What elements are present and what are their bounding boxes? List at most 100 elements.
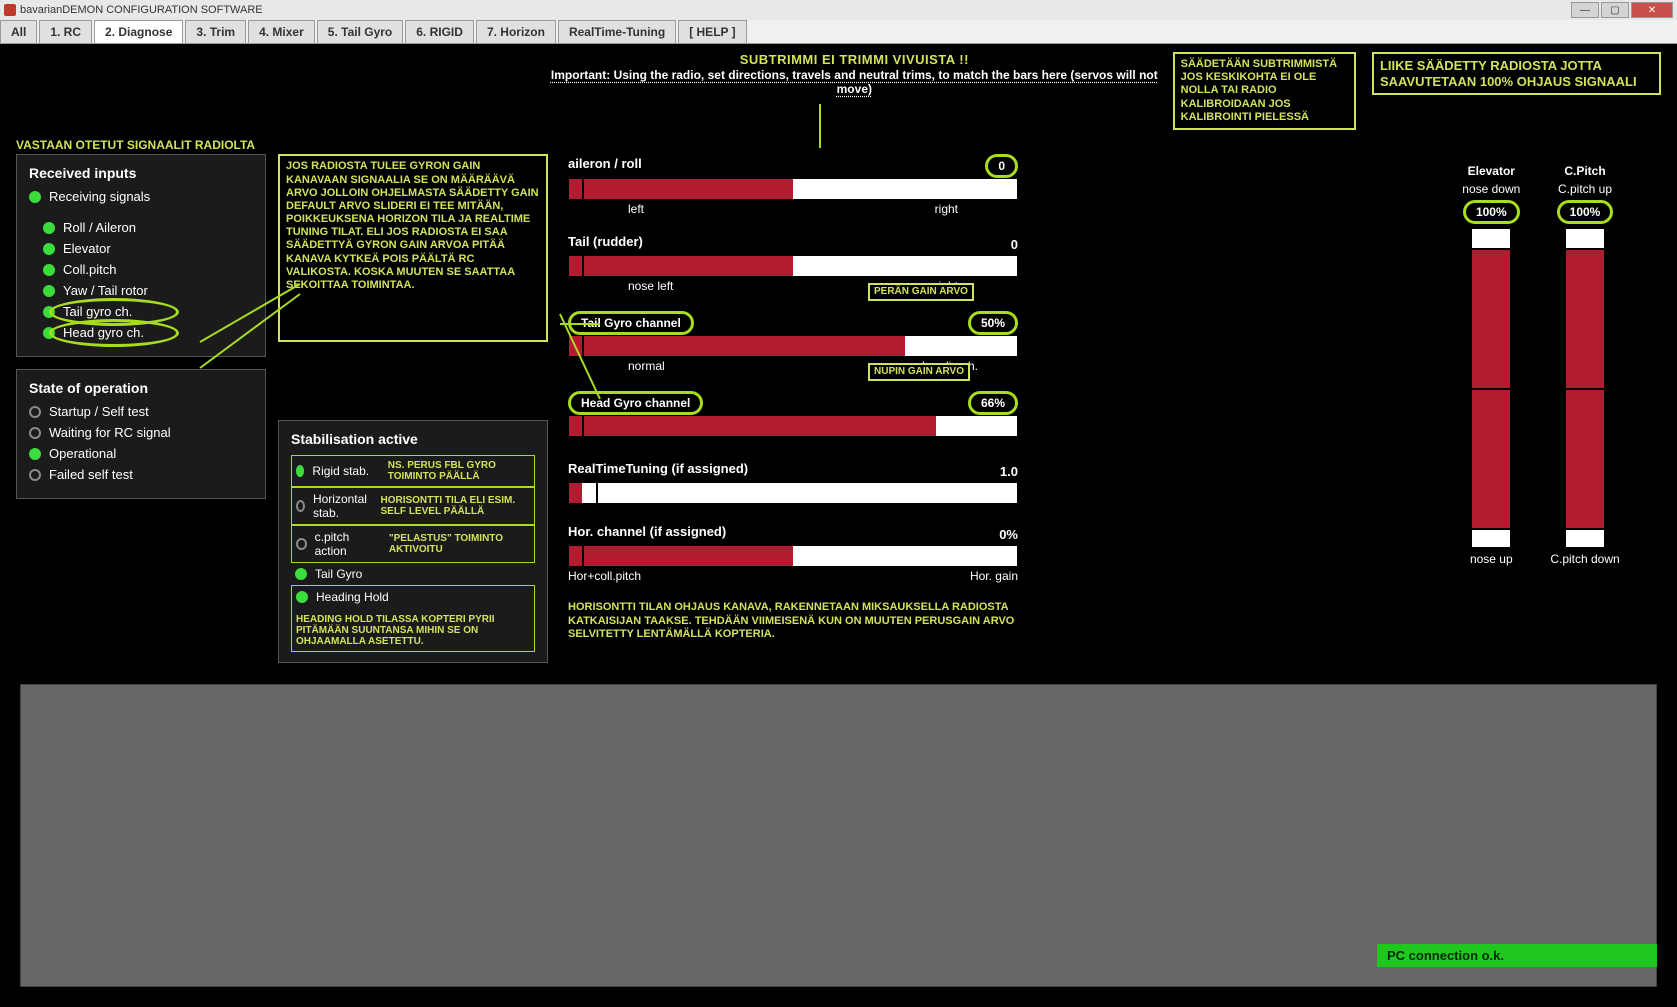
aileron-right: right — [935, 202, 958, 216]
cpitch-action-note: "PELASTUS" TOIMINTO AKTIVOITU — [389, 533, 530, 555]
tab-rc[interactable]: 1. RC — [39, 20, 92, 43]
received-inputs-panel: Received inputs Receiving signals Roll /… — [16, 154, 266, 357]
yaw-label: Yaw / Tail rotor — [63, 283, 148, 298]
window-title: bavarianDEMON CONFIGURATION SOFTWARE — [20, 4, 263, 16]
subtrim-note-box: SÄÄDETÄÄN SUBTRIMMISTÄ JOS KESKIKOHTA EI… — [1173, 52, 1356, 130]
app-icon — [4, 4, 16, 16]
headgyro-value: 66% — [968, 391, 1018, 415]
tab-horizon[interactable]: 7. Horizon — [476, 20, 556, 43]
state-panel: State of operation Startup / Self test W… — [16, 369, 266, 499]
tail-right: nose right — [905, 279, 958, 293]
led-rigid — [296, 465, 304, 477]
cpitch-pct: 100% — [1557, 200, 1614, 224]
aileron-bar — [568, 178, 1018, 200]
horizontal-label: Horizontal stab. — [313, 492, 373, 520]
led-headinghold — [296, 591, 308, 603]
cpitch-vbar-title: C.Pitch — [1564, 164, 1605, 178]
tab-realtime[interactable]: RealTime-Tuning — [558, 20, 676, 43]
elevator-pct: 100% — [1463, 200, 1520, 224]
gyro-note-box: JOS RADIOSTA TULEE GYRON GAIN KANAVAAN S… — [278, 154, 548, 342]
minimize-button[interactable]: — — [1571, 2, 1599, 18]
tailgyro-bar — [568, 335, 1018, 357]
aileron-left: left — [628, 202, 644, 216]
rtt-value: 1.0 — [1000, 464, 1018, 479]
roll-label: Roll / Aileron — [63, 220, 136, 235]
close-button[interactable]: ✕ — [1631, 2, 1673, 18]
state-title: State of operation — [29, 380, 253, 396]
tail-title: Tail (rudder) — [568, 234, 643, 249]
aileron-value: 0 — [985, 154, 1018, 178]
received-title: Received inputs — [29, 165, 253, 181]
headgyro-title: Head Gyro channel — [568, 391, 703, 415]
elevator-vbar — [1471, 228, 1511, 548]
tail-left: nose left — [628, 279, 673, 293]
led-tailgyro-ch — [43, 306, 55, 318]
tab-help[interactable]: [ HELP ] — [678, 20, 746, 43]
failed-label: Failed self test — [49, 467, 133, 482]
led-waiting — [29, 427, 41, 439]
elevator-bottom-label: nose up — [1470, 552, 1513, 566]
aileron-title: aileron / roll — [568, 156, 642, 171]
led-startup — [29, 406, 41, 418]
led-receiving — [29, 191, 41, 203]
tailgyro-title: Tail Gyro channel — [568, 311, 694, 335]
led-elevator — [43, 243, 55, 255]
subtrim-warning: SUBTRIMMI EI TRIMMI VIVUISTA !! — [544, 52, 1165, 68]
bottom-gray-panel — [20, 684, 1657, 987]
headinghold-label: Heading Hold — [316, 590, 389, 604]
tail-bar — [568, 255, 1018, 277]
maximize-button[interactable]: ▢ — [1601, 2, 1629, 18]
led-horizontal — [296, 500, 305, 512]
tabbar: All 1. RC 2. Diagnose 3. Trim 4. Mixer 5… — [0, 20, 1677, 44]
tailgyro-left: normal — [628, 359, 665, 373]
collpitch-label: Coll.pitch — [63, 262, 116, 277]
led-tailgyro-stab — [295, 568, 307, 580]
channels-column: aileron / roll 0 left right Tail (rudder)… — [560, 154, 1409, 663]
cpitch-top-label: C.pitch up — [1558, 182, 1612, 196]
startup-label: Startup / Self test — [49, 404, 149, 419]
tab-mixer[interactable]: 4. Mixer — [248, 20, 315, 43]
important-text: Important: Using the radio, set directio… — [544, 68, 1165, 96]
content-area: SUBTRIMMI EI TRIMMI VIVUISTA !! Importan… — [0, 44, 1677, 1007]
rtt-title: RealTimeTuning (if assigned) — [568, 461, 748, 476]
tab-rigid[interactable]: 6. RIGID — [405, 20, 474, 43]
hor-value: 0% — [999, 527, 1018, 542]
horizontal-note: HORISONTTI TILA ELI ESIM. SELF LEVEL PÄÄ… — [380, 495, 530, 517]
led-yaw — [43, 285, 55, 297]
received-section-label: VASTAAN OTETUT SIGNAALIT RADIOLTA — [16, 138, 1661, 152]
operational-label: Operational — [49, 446, 116, 461]
tailgyro-right: heading h. — [922, 359, 978, 373]
rigid-note: NS. PERUS FBL GYRO TOIMINTO PÄÄLLÄ — [388, 460, 530, 482]
titlebar: bavarianDEMON CONFIGURATION SOFTWARE — ▢… — [0, 0, 1677, 20]
rtt-bar — [568, 482, 1018, 504]
vertical-bars-column: Elevator nose down 100% nose up C.Pitch — [1421, 154, 1661, 663]
waiting-label: Waiting for RC signal — [49, 425, 171, 440]
led-operational — [29, 448, 41, 460]
right-note-box: LIIKE SÄÄDETTY RADIOSTA JOTTA SAAVUTETAA… — [1372, 52, 1661, 95]
led-failed — [29, 469, 41, 481]
led-collpitch — [43, 264, 55, 276]
headgyro-bar — [568, 415, 1018, 437]
tab-tailgyro[interactable]: 5. Tail Gyro — [317, 20, 403, 43]
tab-trim[interactable]: 3. Trim — [185, 20, 246, 43]
stab-panel: Stabilisation active Rigid stab. NS. PER… — [278, 420, 548, 663]
hor-left: Hor+coll.pitch — [568, 569, 641, 583]
cpitch-bottom-label: C.pitch down — [1550, 552, 1619, 566]
tab-diagnose[interactable]: 2. Diagnose — [94, 20, 183, 43]
tailgyro-value: 50% — [968, 311, 1018, 335]
cpitch-vbar — [1565, 228, 1605, 548]
hh-note: HEADING HOLD TILASSA KOPTERI PYRII PITÄM… — [296, 614, 530, 647]
hor-note: HORISONTTI TILAN OHJAUS KANAVA, RAKENNET… — [568, 601, 1018, 641]
tailgyro-stab-label: Tail Gyro — [315, 567, 362, 581]
led-headgyro-ch — [43, 327, 55, 339]
hor-right: Hor. gain — [970, 569, 1018, 583]
receiving-label: Receiving signals — [49, 189, 150, 204]
elevator-label: Elevator — [63, 241, 111, 256]
stab-title: Stabilisation active — [291, 431, 535, 447]
tab-all[interactable]: All — [0, 20, 37, 43]
headgyro-ch-label: Head gyro ch. — [63, 325, 144, 340]
hor-title: Hor. channel (if assigned) — [568, 524, 726, 539]
hor-bar — [568, 545, 1018, 567]
tailgyro-ch-label: Tail gyro ch. — [63, 304, 132, 319]
led-roll — [43, 222, 55, 234]
